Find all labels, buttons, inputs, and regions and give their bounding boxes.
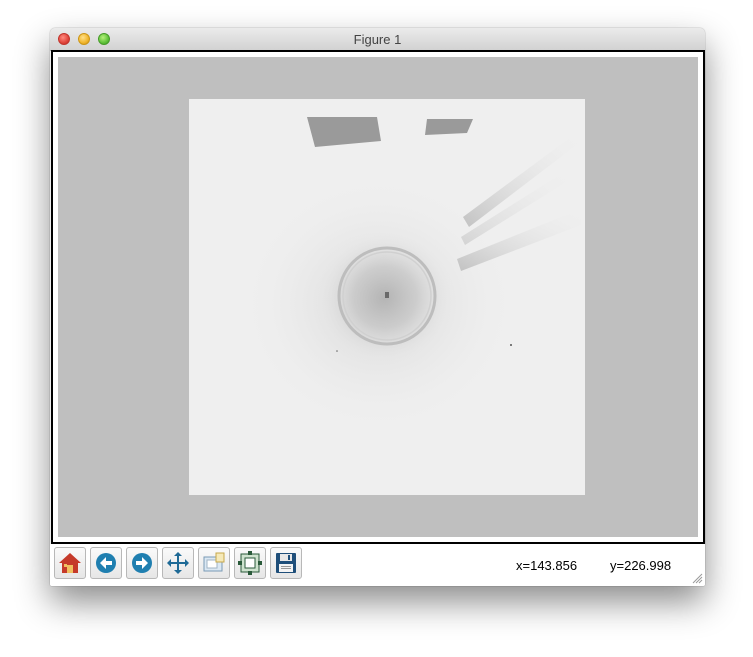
- zoom-rect-icon: [203, 552, 225, 572]
- diffraction-pattern-graphic: [189, 99, 585, 495]
- arrow-left-icon: [96, 553, 116, 573]
- figure-window: Figure 1 x=143.856 y=226.998: [50, 28, 705, 586]
- diffraction-image[interactable]: [189, 99, 585, 495]
- home-icon: [59, 553, 81, 573]
- configure-subplots-button[interactable]: [234, 547, 266, 579]
- home-button[interactable]: [54, 547, 86, 579]
- resize-grip-icon[interactable]: [692, 573, 703, 584]
- window-title: Figure 1: [353, 32, 402, 47]
- figure-background: [58, 57, 698, 537]
- arrow-right-icon: [132, 553, 152, 573]
- subplots-config-icon: [238, 551, 262, 575]
- floppy-disk-icon: [276, 553, 296, 573]
- forward-button[interactable]: [126, 547, 158, 579]
- back-button[interactable]: [90, 547, 122, 579]
- move-arrows-icon: [167, 552, 189, 574]
- x-coordinate-readout: x=143.856: [516, 558, 578, 573]
- title-bar[interactable]: Figure 1: [50, 28, 705, 51]
- pan-button[interactable]: [162, 547, 194, 579]
- navigation-toolbar: x=143.856 y=226.998: [50, 544, 705, 586]
- save-button[interactable]: [270, 547, 302, 579]
- figure-canvas[interactable]: [51, 50, 705, 544]
- zoom-button[interactable]: [198, 547, 230, 579]
- y-coordinate-readout: y=226.998: [610, 558, 672, 573]
